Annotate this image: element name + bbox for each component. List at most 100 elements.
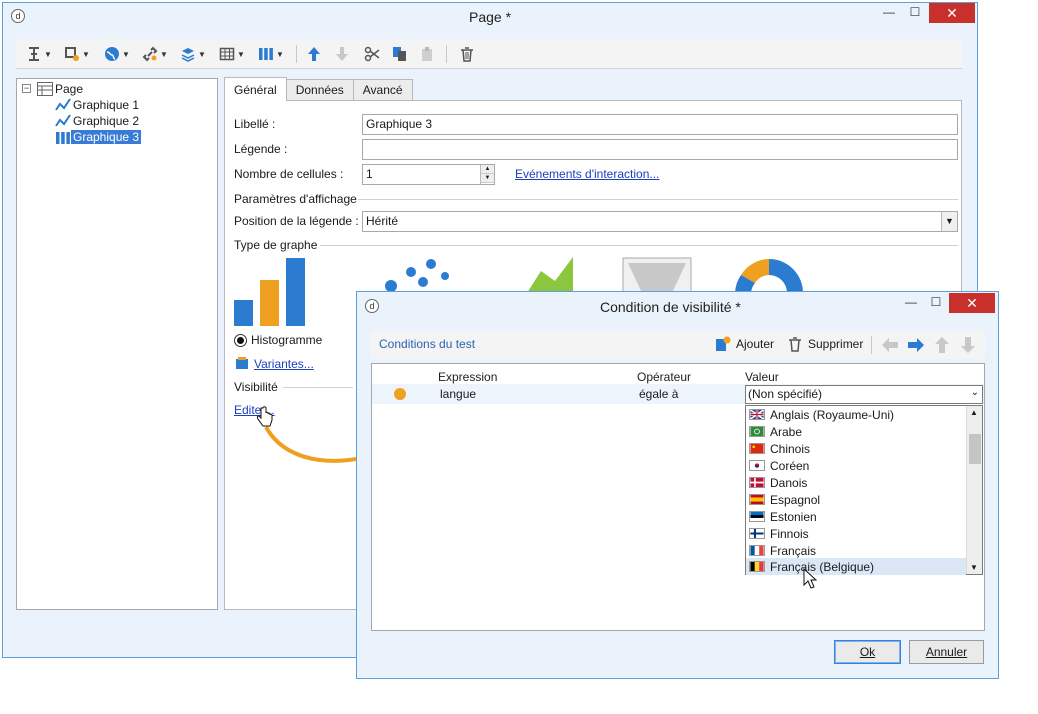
language-option[interactable]: Espagnol: [746, 491, 966, 508]
cut-button[interactable]: [364, 43, 380, 65]
language-label: Arabe: [770, 424, 803, 439]
tree-item-graphique-2[interactable]: Graphique 2: [55, 113, 141, 129]
arrow-up-icon[interactable]: [934, 336, 950, 354]
scatter-thumbnail[interactable]: [385, 256, 455, 296]
arrow-left-icon[interactable]: [881, 337, 899, 353]
minimize-button[interactable]: —: [875, 3, 903, 23]
chevron-down-icon: ▼: [276, 49, 284, 59]
cells-count-label: Nombre de cellules :: [234, 167, 344, 181]
language-dropdown: Anglais (Royaume-Uni) Arabe Chinois Coré…: [745, 405, 983, 575]
scroll-down-icon[interactable]: ▼: [970, 563, 978, 572]
tab-avance[interactable]: Avancé: [352, 79, 413, 101]
language-option-hovered[interactable]: Français (Belgique): [746, 558, 966, 575]
spin-up-icon[interactable]: ▲: [481, 165, 494, 174]
columns-icon: [259, 48, 273, 60]
dialog-title: Condition de visibilité *: [600, 299, 741, 315]
tab-general[interactable]: Général: [224, 77, 287, 101]
layers-button[interactable]: ▼: [180, 43, 206, 65]
arrow-down-icon[interactable]: [960, 336, 976, 354]
tree-item-page[interactable]: Page: [37, 81, 85, 97]
add-icon: [716, 336, 731, 351]
cells-count-value: 1: [366, 167, 373, 181]
tab-donnees[interactable]: Données: [285, 79, 354, 101]
columns-button[interactable]: ▼: [258, 43, 284, 65]
paste-icon: [422, 47, 432, 61]
maximize-button[interactable]: ☐: [901, 3, 929, 23]
copy-button[interactable]: [392, 43, 408, 65]
belgium-flag-icon: [749, 561, 765, 572]
language-label: Français: [770, 543, 817, 558]
chevron-down-icon: ▼: [44, 49, 52, 59]
language-option[interactable]: Estonien: [746, 508, 966, 525]
interaction-events-link[interactable]: Evénements d'interaction...: [515, 167, 659, 181]
dropdown-scrollbar[interactable]: ▲ ▼: [966, 406, 982, 574]
dialog-minimize-button[interactable]: —: [897, 293, 925, 313]
language-option[interactable]: Arabe: [746, 423, 966, 440]
copy-icon: [393, 47, 406, 61]
tree-item-label: Page: [55, 82, 84, 96]
chevron-down-icon[interactable]: ⌄: [971, 387, 979, 398]
pie-thumbnail[interactable]: [733, 257, 805, 293]
tree-item-label: Graphique 1: [73, 98, 140, 112]
tree-collapse-toggle[interactable]: −: [22, 84, 31, 93]
language-option[interactable]: Chinois: [746, 440, 966, 457]
close-button[interactable]: ✕: [929, 3, 975, 23]
add-button[interactable]: Ajouter: [715, 336, 774, 352]
paste-button[interactable]: [419, 43, 435, 65]
language-option[interactable]: Français: [746, 542, 966, 559]
area-thumbnail[interactable]: [525, 257, 585, 293]
scroll-up-icon[interactable]: ▲: [970, 408, 978, 417]
remove-button[interactable]: Supprimer: [787, 336, 863, 352]
finland-flag-icon: [749, 528, 765, 539]
language-option[interactable]: Finnois: [746, 525, 966, 542]
condition-expression[interactable]: langue: [440, 387, 476, 401]
language-option[interactable]: Coréen: [746, 457, 966, 474]
dialog-maximize-button[interactable]: ☐: [922, 293, 950, 313]
histogram-label: Histogramme: [251, 333, 323, 347]
main-titlebar[interactable]: d Page * — ☐ ✕: [3, 3, 977, 31]
delete-button[interactable]: [459, 43, 475, 65]
language-option[interactable]: Danois: [746, 474, 966, 491]
cancel-button[interactable]: Annuler: [909, 640, 984, 664]
language-option[interactable]: Anglais (Royaume-Uni): [746, 406, 966, 423]
dialog-close-button[interactable]: ✕: [949, 293, 995, 313]
format-icon: [65, 47, 79, 61]
variants-link[interactable]: Variantes...: [254, 357, 314, 371]
chevron-down-icon[interactable]: ▼: [941, 212, 957, 231]
hand-cursor-icon: [256, 406, 273, 427]
scissors-icon: [364, 46, 380, 62]
histogram-thumbnail[interactable]: [233, 256, 307, 328]
cells-count-stepper[interactable]: 1 ▲ ▼: [362, 164, 495, 185]
tree-item-graphique-1[interactable]: Graphique 1: [55, 97, 141, 113]
condition-operator[interactable]: égale à: [639, 387, 678, 401]
line-chart-icon: [55, 114, 71, 127]
move-up-button[interactable]: [306, 43, 322, 65]
spin-buttons[interactable]: ▲ ▼: [480, 165, 494, 184]
tree-item-label: Graphique 2: [73, 114, 140, 128]
legende-input[interactable]: [362, 139, 958, 160]
value-select[interactable]: (Non spécifié) ⌄: [745, 385, 983, 404]
table-button[interactable]: ▼: [219, 43, 245, 65]
link-button[interactable]: ▼: [142, 43, 168, 65]
uk-flag-icon: [749, 409, 765, 420]
visibility-condition-dialog: d Condition de visibilité * — ☐ ✕ Condit…: [356, 291, 999, 679]
libelle-input[interactable]: Graphique 3: [362, 114, 958, 135]
arrow-right-icon[interactable]: [907, 337, 925, 353]
language-label: Espagnol: [770, 492, 821, 507]
condition-row[interactable]: langue égale à (Non spécifié) ⌄: [372, 384, 984, 404]
scroll-thumb[interactable]: [969, 434, 981, 464]
line-chart-icon: [55, 98, 71, 111]
legend-position-select[interactable]: Hérité ▼: [362, 211, 958, 232]
insert-button[interactable]: ▼: [26, 43, 52, 65]
chevron-down-icon: ▼: [122, 49, 130, 59]
move-down-button[interactable]: [334, 43, 350, 65]
globe-button[interactable]: ▼: [104, 43, 130, 65]
format-button[interactable]: ▼: [64, 43, 90, 65]
spin-down-icon[interactable]: ▼: [481, 174, 494, 183]
remove-label: Supprimer: [808, 337, 864, 351]
ok-button[interactable]: Ok: [834, 640, 901, 664]
dialog-titlebar[interactable]: d Condition de visibilité * — ☐ ✕: [357, 292, 998, 320]
tree-item-graphique-3[interactable]: Graphique 3: [55, 129, 142, 145]
histogram-radio[interactable]: Histogramme: [234, 333, 322, 347]
funnel-thumbnail[interactable]: [622, 257, 692, 293]
